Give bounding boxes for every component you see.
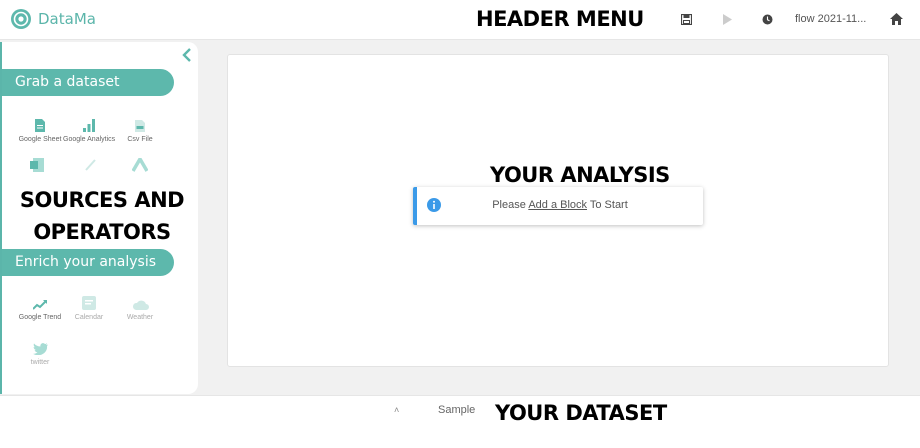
flow-name[interactable]: flow 2021-11...	[795, 13, 866, 25]
enrich-twitter[interactable]: twitter	[14, 335, 66, 379]
dataset-panel: ˄ Sample YOUR DATASET	[0, 395, 920, 448]
enrich-calendar[interactable]: Calendar	[63, 290, 115, 334]
source-csv-file[interactable]: Csv File	[114, 112, 166, 156]
history-icon[interactable]	[760, 12, 774, 26]
sources-operators-caption: SOURCES AND OPERATORS	[17, 184, 187, 248]
trend-icon	[14, 290, 66, 310]
csv-file-icon	[114, 112, 166, 132]
header-menu-caption: HEADER MENU	[476, 7, 644, 31]
expand-dataset-caret[interactable]: ˄	[394, 405, 399, 415]
notice-message: Please Add a Block To Start	[417, 199, 703, 211]
tab-sample[interactable]: Sample	[438, 404, 475, 416]
source-google-sheet[interactable]: Google Sheet	[14, 112, 66, 156]
tile-label: Csv File	[127, 136, 153, 143]
notice-prefix: Please	[492, 199, 529, 211]
tile-label: twitter	[30, 359, 50, 366]
google-analytics-icon	[63, 112, 115, 132]
source-google-analytics[interactable]: Google Analytics	[63, 112, 115, 156]
tile-label: Google Trend	[18, 314, 62, 321]
calendar-icon	[63, 290, 115, 310]
sidebar: Grab a dataset Google Sheet Google Analy…	[0, 42, 198, 394]
empty-state-notice: Please Add a Block To Start	[413, 187, 703, 225]
notice-suffix: To Start	[587, 199, 628, 211]
section-enrich-analysis: Enrich your analysis	[2, 249, 174, 276]
tile-label: Weather	[126, 314, 154, 321]
tile-label: Google Sheet	[18, 136, 62, 143]
caption-line-1: SOURCES AND	[19, 188, 185, 212]
header-bar: DataMa HEADER MENU flow 2021-11...	[0, 0, 920, 40]
caption-line-2: OPERATORS	[33, 220, 171, 244]
adwords-icon[interactable]	[131, 155, 149, 172]
enrich-weather[interactable]: Weather	[114, 290, 166, 334]
save-icon[interactable]	[679, 12, 693, 26]
pen-icon[interactable]	[84, 158, 96, 172]
add-block-link[interactable]: Add a Block	[528, 199, 587, 211]
your-analysis-caption: YOUR ANALYSIS	[490, 163, 670, 187]
collapse-sidebar-icon[interactable]	[181, 47, 195, 65]
google-sheet-icon	[14, 112, 66, 132]
tile-label: Google Analytics	[63, 136, 116, 143]
section-grab-dataset: Grab a dataset	[2, 69, 174, 96]
cloud-icon	[114, 290, 166, 310]
datama-logo-icon	[11, 9, 31, 29]
enrich-google-trend[interactable]: Google Trend	[14, 290, 66, 334]
logo[interactable]: DataMa	[10, 8, 96, 30]
twitter-icon	[14, 335, 66, 355]
tile-label: Calendar	[74, 314, 104, 321]
excel-icon[interactable]	[30, 158, 44, 172]
play-icon[interactable]	[720, 12, 734, 26]
home-icon[interactable]	[889, 12, 903, 26]
logo-text: DataMa	[38, 10, 96, 28]
your-dataset-caption: YOUR DATASET	[495, 401, 667, 425]
